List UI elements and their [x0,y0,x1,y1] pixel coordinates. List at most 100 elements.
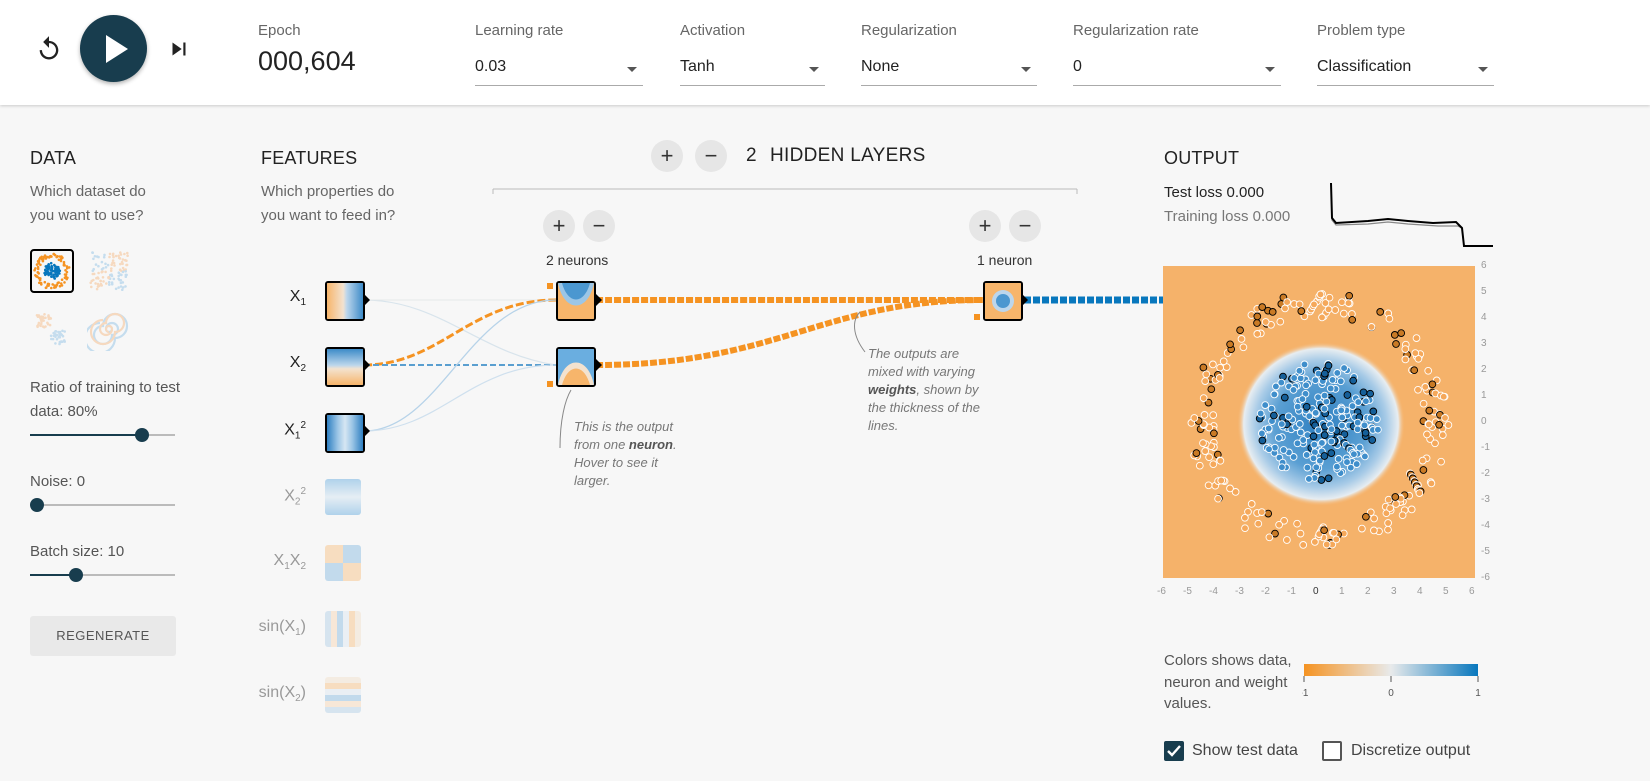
orange-point [1204,481,1213,490]
color-scale: -1 0 1 [1302,664,1481,699]
orange-point [1401,345,1410,353]
problem-type-select[interactable]: Classification [1317,56,1494,86]
neuron-2-1[interactable] [983,281,1023,321]
feature-label-x1-squared: X12 [246,420,306,442]
blue-point [1320,404,1329,413]
feature-x1-squared[interactable] [325,413,365,453]
orange-point [1209,411,1218,419]
y-tick-label: 4 [1481,312,1487,323]
orange-point [1427,479,1436,488]
regularization-label: Regularization [861,22,957,39]
x-tick-label: 4 [1417,586,1423,597]
reset-button[interactable] [35,35,63,63]
orange-point [1423,430,1431,439]
feature-x1[interactable] [325,281,365,321]
feature-sinx2-base: sin(X [258,684,296,701]
orange-point [1207,385,1216,394]
x-tick-label: -2 [1261,586,1270,597]
epoch-label: Epoch [258,22,301,39]
orange-point [1437,457,1445,466]
output-decision-plot[interactable] [1163,266,1475,578]
test-loss-curve [1330,182,1493,247]
note2-bold: weights [868,382,917,397]
orange-point [1275,520,1283,529]
play-pause-button[interactable] [80,15,147,82]
link-x2-n1 [363,298,557,367]
feature-x2sq-base: X [284,487,295,505]
orange-point [1254,519,1263,528]
blue-point [1267,404,1276,413]
note1-arrow [559,389,572,449]
blue-point [1338,421,1346,430]
neuron-1-2[interactable] [556,347,596,387]
blue-point [1298,395,1307,403]
blue-point [1320,391,1329,400]
orange-point [1310,300,1318,309]
orange-point [1367,323,1376,331]
feature-x1x2-base2: X [289,552,301,569]
orange-point [1425,420,1433,429]
feature-x2[interactable] [325,347,365,387]
blue-point [1324,474,1333,483]
layer1-add-neuron-button[interactable]: + [543,210,575,242]
blue-point [1295,366,1304,375]
blue-point [1258,429,1266,438]
discretize-output-checkbox[interactable] [1322,741,1342,761]
blue-point [1311,376,1320,385]
feature-x1x2-sub2: 2 [300,561,306,573]
blue-point [1328,376,1337,384]
blue-point [1337,406,1346,415]
blue-point [1302,402,1311,411]
y-tick-label: -3 [1481,494,1490,505]
orange-point [1195,461,1204,470]
blue-point [1280,393,1289,402]
bias-n1 [547,283,553,289]
layer1-remove-neuron-button[interactable]: − [583,210,615,242]
hidden-layers-title: HIDDEN LAYERS [770,145,926,166]
layer2-add-neuron-button[interactable]: + [969,210,1001,242]
learning-rate-select[interactable]: 0.03 [475,56,643,86]
feature-sin-x2[interactable] [325,677,361,713]
blue-point [1289,386,1298,394]
blue-point [1296,374,1305,383]
activation-value: Tanh [680,58,715,75]
feature-x2sq-heatmap [325,479,361,515]
blue-point [1338,413,1347,422]
color-legend-text: Colors shows data, neuron and weight val… [1164,652,1292,712]
checkmark-icon [1167,745,1181,757]
remove-layer-button[interactable]: − [695,140,727,172]
orange-point [1276,317,1285,326]
regularization-rate-select[interactable]: 0 [1073,56,1281,86]
blue-point [1334,455,1343,463]
blue-point [1361,452,1369,461]
link-x1-n2 [363,299,557,366]
neuron-1-1[interactable] [556,281,596,321]
feature-sinx2-tail: ) [300,684,306,701]
orange-point [1441,414,1449,422]
blue-point [1270,411,1278,420]
feature-sin-x1[interactable] [325,611,361,647]
orange-point [1384,525,1392,534]
blue-point [1318,439,1326,447]
feature-x2-squared[interactable] [325,479,361,515]
orange-point [1316,290,1325,299]
layer2-remove-neuron-button[interactable]: − [1009,210,1041,242]
step-button[interactable] [166,36,192,62]
orange-point [1410,366,1419,375]
blue-point [1302,381,1310,390]
orange-point [1247,500,1256,508]
blue-point [1360,421,1369,430]
activation-select[interactable]: Tanh [680,56,825,86]
blue-point [1303,463,1312,472]
orange-point [1253,312,1262,321]
orange-point [1407,505,1416,514]
feature-sinx1-heatmap [325,611,361,647]
add-layer-button[interactable]: + [651,140,683,172]
feature-x1x2[interactable] [325,545,361,581]
x-tick-label: 1 [1339,586,1345,597]
orange-point [1297,307,1306,315]
orange-point [1209,360,1217,369]
test-loss: Test loss 0.000 [1164,184,1264,201]
regularization-select[interactable]: None [861,56,1037,86]
show-test-data-checkbox[interactable] [1164,741,1184,761]
